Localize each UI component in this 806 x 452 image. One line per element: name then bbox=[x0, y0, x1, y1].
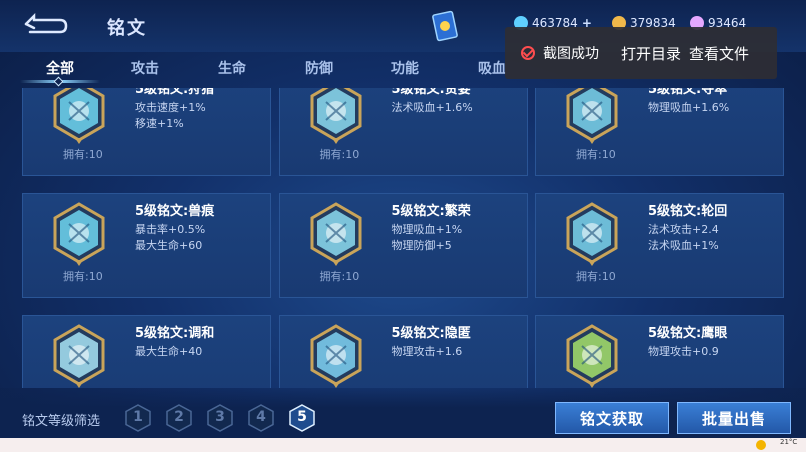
level-number: 3 bbox=[215, 409, 225, 425]
rune-name: 5级铭文:隐匿 bbox=[391, 326, 471, 341]
tab-utility[interactable]: 功能 bbox=[375, 58, 435, 78]
rune-card[interactable]: 5级铭文:狩猎攻击速度+1% 移速+1% 拥有:10 bbox=[22, 88, 271, 176]
level-number: 2 bbox=[174, 409, 184, 425]
level-filter-1[interactable]: 1 bbox=[125, 404, 151, 432]
rune-owned-count: 拥有:10 bbox=[576, 148, 616, 161]
rune-attribute: 物理吸血+1.6% bbox=[648, 101, 730, 114]
level-filter-2[interactable]: 2 bbox=[166, 404, 192, 432]
rune-emblem-icon bbox=[53, 324, 105, 388]
rune-emblem-icon bbox=[566, 88, 618, 144]
success-check-icon bbox=[521, 46, 535, 60]
rune-owned-count: 拥有:10 bbox=[319, 148, 360, 161]
level-filter-4[interactable]: 4 bbox=[248, 404, 274, 432]
rune-name: 5级铭文:繁荣 bbox=[391, 204, 471, 219]
screenshot-toast: 截图成功 打开目录 查看文件 bbox=[505, 27, 777, 79]
weather-temp: 21°C bbox=[780, 438, 798, 446]
rune-emblem-icon bbox=[53, 202, 105, 266]
level-number: 5 bbox=[297, 409, 307, 425]
rune-name: 5级铭文:狩猎 bbox=[135, 88, 215, 97]
level-filter-5[interactable]: 5 bbox=[289, 404, 315, 432]
rune-emblem-icon bbox=[310, 88, 361, 144]
active-tab-marker bbox=[53, 76, 64, 87]
rune-emblem-icon bbox=[53, 88, 105, 144]
rune-owned-count: 拥有:10 bbox=[319, 270, 360, 283]
rune-name: 5级铭文:贪婪 bbox=[391, 88, 471, 97]
rune-attribute: 最大生命+40 bbox=[135, 345, 203, 358]
tab-all[interactable]: 全部 bbox=[30, 58, 90, 78]
rune-name: 5级铭文:调和 bbox=[135, 326, 215, 341]
rune-owned-count: 拥有:10 bbox=[63, 270, 103, 283]
rune-grid: 5级铭文:狩猎 攻击速度+1% 移速+1% 拥有:10 5级铭文:贪婪 法术吸血+1.6%… bbox=[22, 88, 784, 388]
rune-emblem-icon bbox=[566, 324, 618, 388]
rune-emblem-icon bbox=[310, 202, 361, 266]
rune-attribute: 法术吸血+1.6% bbox=[391, 101, 473, 114]
rune-card[interactable]: 5级铭文:鹰眼 物理攻击+0.9 bbox=[535, 315, 784, 388]
level-number: 1 bbox=[133, 409, 143, 425]
rune-screen: 铭文 463784 + 379834 93464 全部 攻击 生命 防御 功能 … bbox=[0, 0, 806, 438]
rune-owned-count: 拥有:10 bbox=[63, 148, 103, 161]
bulk-sell-button[interactable]: 批量出售 bbox=[677, 402, 791, 434]
rune-attribute: 最大生命+60 bbox=[135, 239, 203, 252]
weather-icon bbox=[756, 440, 766, 450]
rune-name: 5级铭文:夺萃 bbox=[648, 88, 728, 97]
rune-attribute: 暴击率+0.5% bbox=[135, 223, 206, 236]
rune-owned-count: 拥有:10 bbox=[576, 270, 616, 283]
level-filter-3[interactable]: 3 bbox=[207, 404, 233, 432]
toast-message: 截图成功 bbox=[543, 46, 599, 62]
rune-attribute: 移速+1% bbox=[135, 117, 184, 130]
rune-attribute: 法术攻击+2.4 bbox=[648, 223, 719, 236]
rune-card[interactable]: 5级铭文:夺萃物理吸血+1.6% 拥有:10 bbox=[535, 88, 784, 176]
level-number: 4 bbox=[256, 409, 266, 425]
view-file-link[interactable]: 查看文件 bbox=[689, 43, 749, 64]
rune-card[interactable]: 5级铭文:隐匿 物理攻击+1.6 bbox=[278, 315, 528, 388]
tab-defense[interactable]: 防御 bbox=[289, 58, 349, 78]
rune-attribute: 物理攻击+0.9 bbox=[648, 345, 719, 358]
rune-attribute: 物理防御+5 bbox=[391, 239, 452, 252]
rune-emblem-icon bbox=[310, 324, 361, 388]
rune-card[interactable]: 5级铭文:贪婪法术吸血+1.6% 拥有:10 bbox=[278, 88, 528, 176]
rune-attribute: 法术吸血+1% bbox=[648, 239, 719, 252]
rune-card[interactable]: 5级铭文:兽痕 暴击率+0.5% 最大生命+60 拥有:10 bbox=[22, 193, 271, 298]
rune-card[interactable]: 5级铭文:调和 最大生命+40 bbox=[22, 315, 271, 388]
open-folder-link[interactable]: 打开目录 bbox=[621, 43, 681, 64]
rune-name: 5级铭文:轮回 bbox=[648, 204, 728, 219]
tab-attack[interactable]: 攻击 bbox=[115, 58, 175, 78]
rune-name: 5级铭文:兽痕 bbox=[135, 204, 215, 219]
rune-card[interactable]: 5级铭文:轮回 法术攻击+2.4 法术吸血+1% 拥有:10 bbox=[535, 193, 784, 298]
back-arrow-icon[interactable] bbox=[20, 10, 72, 36]
rune-attribute: 物理攻击+1.6 bbox=[391, 345, 463, 358]
bottom-bar: 铭文等级筛选 1 2 3 4 5 铭文获取 批量出售 bbox=[0, 388, 806, 438]
rune-attribute: 攻击速度+1% bbox=[135, 101, 206, 114]
rune-card-icon[interactable] bbox=[432, 10, 458, 42]
rune-name: 5级铭文:鹰眼 bbox=[648, 326, 728, 341]
rune-card[interactable]: 5级铭文:繁荣 物理吸血+1% 物理防御+5 拥有:10 bbox=[278, 193, 528, 298]
os-taskbar: 21°C bbox=[0, 438, 806, 452]
tab-health[interactable]: 生命 bbox=[202, 58, 262, 78]
rune-emblem-icon bbox=[566, 202, 618, 266]
level-filter-label: 铭文等级筛选 bbox=[22, 414, 101, 429]
rune-attribute: 物理吸血+1% bbox=[391, 223, 463, 236]
page-title: 铭文 bbox=[107, 18, 147, 39]
get-rune-button[interactable]: 铭文获取 bbox=[555, 402, 669, 434]
